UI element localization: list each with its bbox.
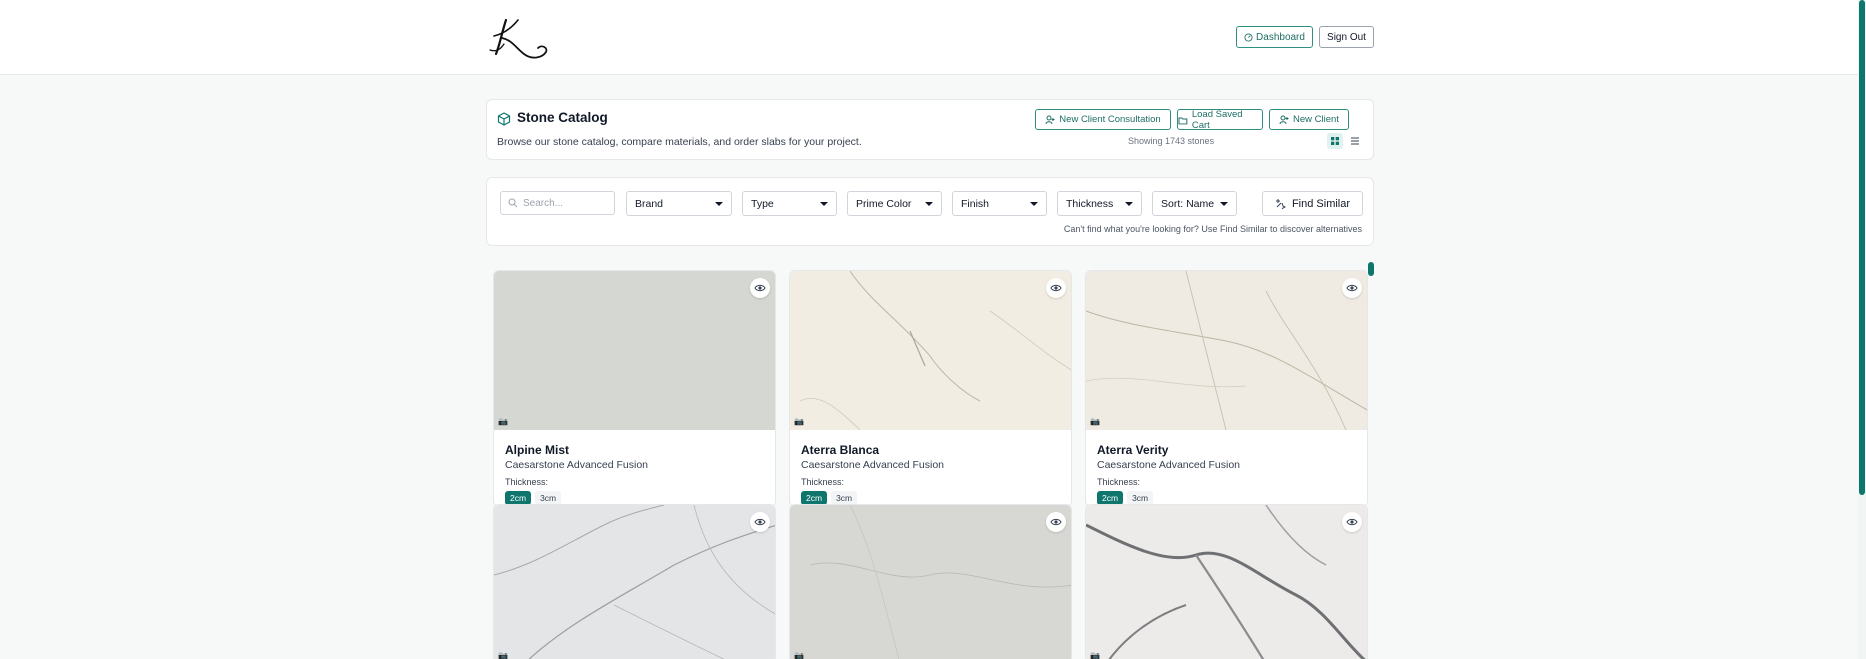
- thickness-chip[interactable]: 3cm: [1127, 491, 1154, 505]
- type-filter-label: Type: [751, 197, 774, 210]
- filter-bar: Brand Type Prime Color Finish Thickness …: [486, 177, 1374, 246]
- list-icon: [1351, 137, 1359, 145]
- new-client-consultation-label: New Client Consultation: [1059, 114, 1161, 125]
- folder-icon: [1178, 117, 1188, 124]
- top-navbar: Dashboard Sign Out: [0, 0, 1858, 75]
- thickness-filter-label: Thickness: [1066, 197, 1114, 210]
- eye-icon[interactable]: [1046, 278, 1066, 298]
- search-input[interactable]: [523, 197, 613, 209]
- chevron-down-icon: [715, 201, 723, 206]
- find-similar-label: Find Similar: [1291, 197, 1351, 210]
- stone-image[interactable]: 📷: [494, 505, 775, 659]
- sparkle-icon: [1275, 199, 1286, 209]
- stone-name: Alpine Mist: [505, 443, 570, 457]
- sign-out-button[interactable]: Sign Out: [1319, 26, 1374, 48]
- filter-hint: Can't find what you're looking for? Use …: [1063, 224, 1362, 234]
- finish-filter-label: Finish: [961, 197, 990, 210]
- chevron-down-icon: [1220, 201, 1228, 206]
- eye-icon[interactable]: [1342, 278, 1362, 298]
- camera-icon: 📷: [498, 651, 508, 659]
- stone-count: Showing 1743 stones: [1128, 136, 1215, 146]
- stone-image[interactable]: 📷: [1086, 505, 1367, 659]
- stone-card[interactable]: 📷 Aterra Blanca Caesarstone Advanced Fus…: [789, 270, 1072, 507]
- stone-name: Aterra Verity: [1097, 443, 1169, 457]
- brand-filter-label: Brand: [635, 197, 664, 210]
- camera-icon: 📷: [498, 417, 508, 426]
- dashboard-label: Dashboard: [1256, 31, 1305, 43]
- find-similar-button[interactable]: Find Similar: [1262, 191, 1363, 216]
- thickness-chip[interactable]: 3cm: [831, 491, 858, 505]
- grid-scrollbar-thumb[interactable]: [1368, 262, 1374, 276]
- eye-icon[interactable]: [1342, 512, 1362, 532]
- thickness-chip[interactable]: 2cm: [505, 491, 532, 505]
- load-saved-cart-label: Load Saved Cart: [1191, 108, 1243, 131]
- camera-icon: 📷: [794, 651, 804, 659]
- camera-icon: 📷: [794, 417, 804, 426]
- new-client-button[interactable]: New Client: [1269, 109, 1349, 130]
- stone-card[interactable]: 📷 Aterra Verity Caesarstone Advanced Fus…: [1085, 270, 1368, 507]
- thickness-chip[interactable]: 2cm: [1097, 491, 1124, 505]
- stone-image[interactable]: 📷: [790, 271, 1071, 430]
- prime-color-filter-label: Prime Color: [856, 197, 912, 210]
- new-client-consultation-button[interactable]: New Client Consultation: [1035, 109, 1171, 130]
- page-title: Stone Catalog: [517, 110, 608, 125]
- search-field[interactable]: [500, 191, 615, 215]
- brand-filter[interactable]: Brand: [626, 191, 732, 216]
- dashboard-gauge-icon: [1244, 32, 1253, 42]
- chevron-down-icon: [1125, 201, 1133, 206]
- stone-card[interactable]: 📷: [1085, 504, 1368, 659]
- stone-brand: Caesarstone Advanced Fusion: [505, 459, 649, 471]
- new-client-label: New Client: [1293, 114, 1339, 125]
- camera-icon: 📷: [1090, 417, 1100, 426]
- stone-image[interactable]: 📷: [1086, 271, 1367, 430]
- chevron-down-icon: [1030, 201, 1038, 206]
- grid-view-toggle[interactable]: [1327, 133, 1343, 149]
- thickness-filter[interactable]: Thickness: [1057, 191, 1142, 216]
- search-icon: [508, 198, 518, 208]
- load-saved-cart-button[interactable]: Load Saved Cart: [1177, 108, 1263, 131]
- eye-icon[interactable]: [750, 512, 770, 532]
- sort-select[interactable]: Sort: Name: [1152, 191, 1237, 216]
- thickness-label: Thickness:: [505, 477, 549, 487]
- type-filter[interactable]: Type: [742, 191, 837, 216]
- stone-brand: Caesarstone Advanced Fusion: [1097, 459, 1241, 471]
- chevron-down-icon: [820, 201, 828, 206]
- page-scrollbar[interactable]: [1858, 0, 1866, 659]
- company-logo[interactable]: [488, 14, 554, 62]
- thickness-label: Thickness:: [801, 477, 845, 487]
- stone-card[interactable]: 📷 Alpine Mist Caesarstone Advanced Fusio…: [493, 270, 776, 507]
- stone-image[interactable]: 📷: [494, 271, 775, 430]
- chevron-down-icon: [925, 201, 933, 206]
- thickness-label: Thickness:: [1097, 477, 1141, 487]
- page-subtitle: Browse our stone catalog, compare materi…: [497, 136, 862, 148]
- sign-out-label: Sign Out: [1327, 31, 1366, 43]
- thickness-chip[interactable]: 3cm: [535, 491, 562, 505]
- catalog-header-card: Stone Catalog Browse our stone catalog, …: [486, 99, 1374, 160]
- dashboard-button[interactable]: Dashboard: [1236, 26, 1313, 48]
- stone-name: Aterra Blanca: [801, 443, 880, 457]
- camera-icon: 📷: [1090, 651, 1100, 659]
- sort-select-label: Sort: Name: [1161, 197, 1215, 210]
- stone-card[interactable]: 📷: [493, 504, 776, 659]
- list-view-toggle[interactable]: [1347, 133, 1363, 149]
- stone-brand: Caesarstone Advanced Fusion: [801, 459, 945, 471]
- user-plus-icon: [1045, 115, 1055, 124]
- user-add-icon: [1279, 115, 1289, 124]
- page-scrollbar-thumb[interactable]: [1859, 0, 1865, 495]
- grid-icon: [1331, 137, 1339, 145]
- finish-filter[interactable]: Finish: [952, 191, 1047, 216]
- prime-color-filter[interactable]: Prime Color: [847, 191, 942, 216]
- eye-icon[interactable]: [750, 278, 770, 298]
- stone-image[interactable]: 📷: [790, 505, 1071, 659]
- eye-icon[interactable]: [1046, 512, 1066, 532]
- thickness-chip[interactable]: 2cm: [801, 491, 828, 505]
- cube-icon: [497, 112, 511, 126]
- stone-card[interactable]: 📷: [789, 504, 1072, 659]
